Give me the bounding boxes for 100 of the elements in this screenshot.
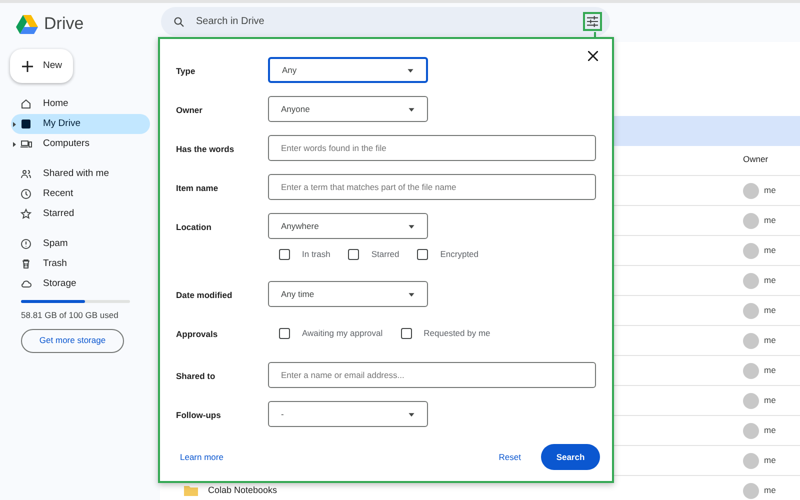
- checkbox[interactable]: [400, 328, 412, 338]
- caret-icon: [408, 410, 415, 418]
- nav-label: Computers: [43, 136, 90, 151]
- nav-item[interactable]: Home: [11, 94, 150, 114]
- owner-text: me: [764, 334, 776, 347]
- search-button[interactable]: Search: [541, 444, 600, 470]
- owner-text: me: [764, 304, 776, 317]
- owner-text: me: [764, 484, 776, 497]
- close-button[interactable]: [586, 49, 600, 63]
- search-field[interactable]: Search in Drive: [161, 7, 610, 36]
- text-field[interactable]: Enter a name or email address...: [268, 362, 596, 388]
- filter-icon: [587, 16, 598, 27]
- search-icon: [173, 16, 185, 28]
- field-label: Type: [176, 66, 196, 76]
- drive-logo-icon: [16, 14, 38, 34]
- file-name[interactable]: Colab Notebooks: [208, 484, 278, 498]
- caret-icon: [408, 290, 415, 298]
- nav-label: Starred: [43, 206, 74, 221]
- avatar-icon: [743, 182, 759, 198]
- checkbox[interactable]: [279, 248, 290, 260]
- expand-icon[interactable]: [12, 122, 16, 126]
- storage-text: 58.81 GB of 100 GB used: [21, 309, 120, 322]
- nav-label: Home: [43, 96, 68, 111]
- nav-item[interactable]: Storage: [11, 274, 150, 294]
- avatar-icon: [743, 392, 759, 408]
- checkbox-label: In trash: [302, 248, 330, 260]
- field-label: Location: [176, 222, 212, 232]
- get-storage-button[interactable]: Get more storage: [21, 328, 124, 353]
- owner-text: me: [764, 424, 776, 437]
- star-icon: [20, 208, 32, 220]
- avatar-icon: [743, 422, 759, 438]
- checkbox[interactable]: [348, 248, 360, 260]
- alert-icon: [20, 238, 32, 250]
- owner-text: me: [764, 214, 776, 227]
- nav-item[interactable]: My Drive: [11, 114, 150, 134]
- field-label: Date modified: [176, 290, 232, 300]
- checkbox-label: Requested by me: [424, 326, 490, 340]
- checkbox[interactable]: [417, 248, 428, 260]
- folder-icon: [184, 485, 198, 496]
- avatar-icon: [743, 482, 759, 498]
- new-button[interactable]: New: [10, 49, 73, 83]
- select-field[interactable]: Any time: [268, 281, 428, 307]
- avatar-icon: [743, 302, 759, 318]
- cloud-icon: [20, 278, 32, 290]
- learn-more-link[interactable]: Learn more: [180, 450, 224, 464]
- field-label: Has the words: [176, 144, 234, 154]
- nav-item[interactable]: Recent: [11, 184, 150, 204]
- filter-button[interactable]: [583, 12, 602, 31]
- plus-icon: [22, 60, 33, 72]
- owner-text: me: [764, 184, 776, 197]
- select-field[interactable]: -: [268, 401, 428, 427]
- field-label: Shared to: [176, 371, 216, 381]
- column-header[interactable]: Owner: [743, 153, 768, 166]
- nav-label: Shared with me: [43, 166, 110, 181]
- field-label: Approvals: [176, 329, 218, 339]
- caret-icon: [408, 222, 415, 230]
- owner-text: me: [764, 454, 776, 467]
- nav-label: Storage: [43, 276, 76, 291]
- caret-icon: [408, 106, 415, 112]
- owner-text: me: [764, 274, 776, 287]
- field-label: Item name: [176, 183, 218, 193]
- avatar-icon: [743, 212, 759, 228]
- nav-label: Trash: [43, 256, 67, 271]
- expand-icon[interactable]: [12, 142, 16, 146]
- home-icon: [20, 98, 32, 110]
- avatar-icon: [743, 452, 759, 468]
- search-placeholder: Search in Drive: [196, 15, 266, 29]
- drive-icon: [20, 118, 32, 130]
- checkbox-label: Starred: [371, 248, 400, 260]
- text-field[interactable]: Enter a term that matches part of the file name: [268, 174, 596, 200]
- nav-label: Recent: [43, 186, 74, 201]
- nav-label: Spam: [43, 236, 68, 251]
- owner-text: me: [764, 394, 776, 407]
- select-field[interactable]: Any: [268, 57, 428, 83]
- caret-icon: [407, 66, 414, 74]
- avatar-icon: [743, 272, 759, 288]
- avatar-icon: [743, 242, 759, 258]
- owner-text: me: [764, 244, 776, 257]
- avatar-icon: [743, 362, 759, 378]
- trash-icon: [20, 258, 32, 270]
- reset-button[interactable]: Reset: [490, 444, 529, 470]
- close-icon: [588, 51, 598, 61]
- nav-item[interactable]: Trash: [11, 254, 150, 274]
- avatar-icon: [743, 332, 759, 348]
- nav-item[interactable]: Computers: [11, 134, 150, 154]
- nav-item[interactable]: Spam: [11, 234, 150, 254]
- field-label: Follow-ups: [176, 410, 221, 420]
- select-field[interactable]: Anyone: [268, 96, 428, 122]
- owner-text: me: [764, 364, 776, 377]
- people-icon: [20, 168, 32, 180]
- clock-icon: [20, 188, 32, 200]
- checkbox-label: Awaiting my approval: [302, 326, 383, 340]
- checkbox-label: Encrypted: [440, 248, 479, 260]
- select-field[interactable]: Anywhere: [268, 213, 428, 239]
- computer-icon: [20, 138, 32, 150]
- checkbox[interactable]: [279, 328, 290, 338]
- nav-item[interactable]: Starred: [11, 204, 150, 224]
- nav-item[interactable]: Shared with me: [11, 164, 150, 184]
- nav-label: My Drive: [43, 116, 80, 131]
- text-field[interactable]: Enter words found in the file: [268, 135, 596, 161]
